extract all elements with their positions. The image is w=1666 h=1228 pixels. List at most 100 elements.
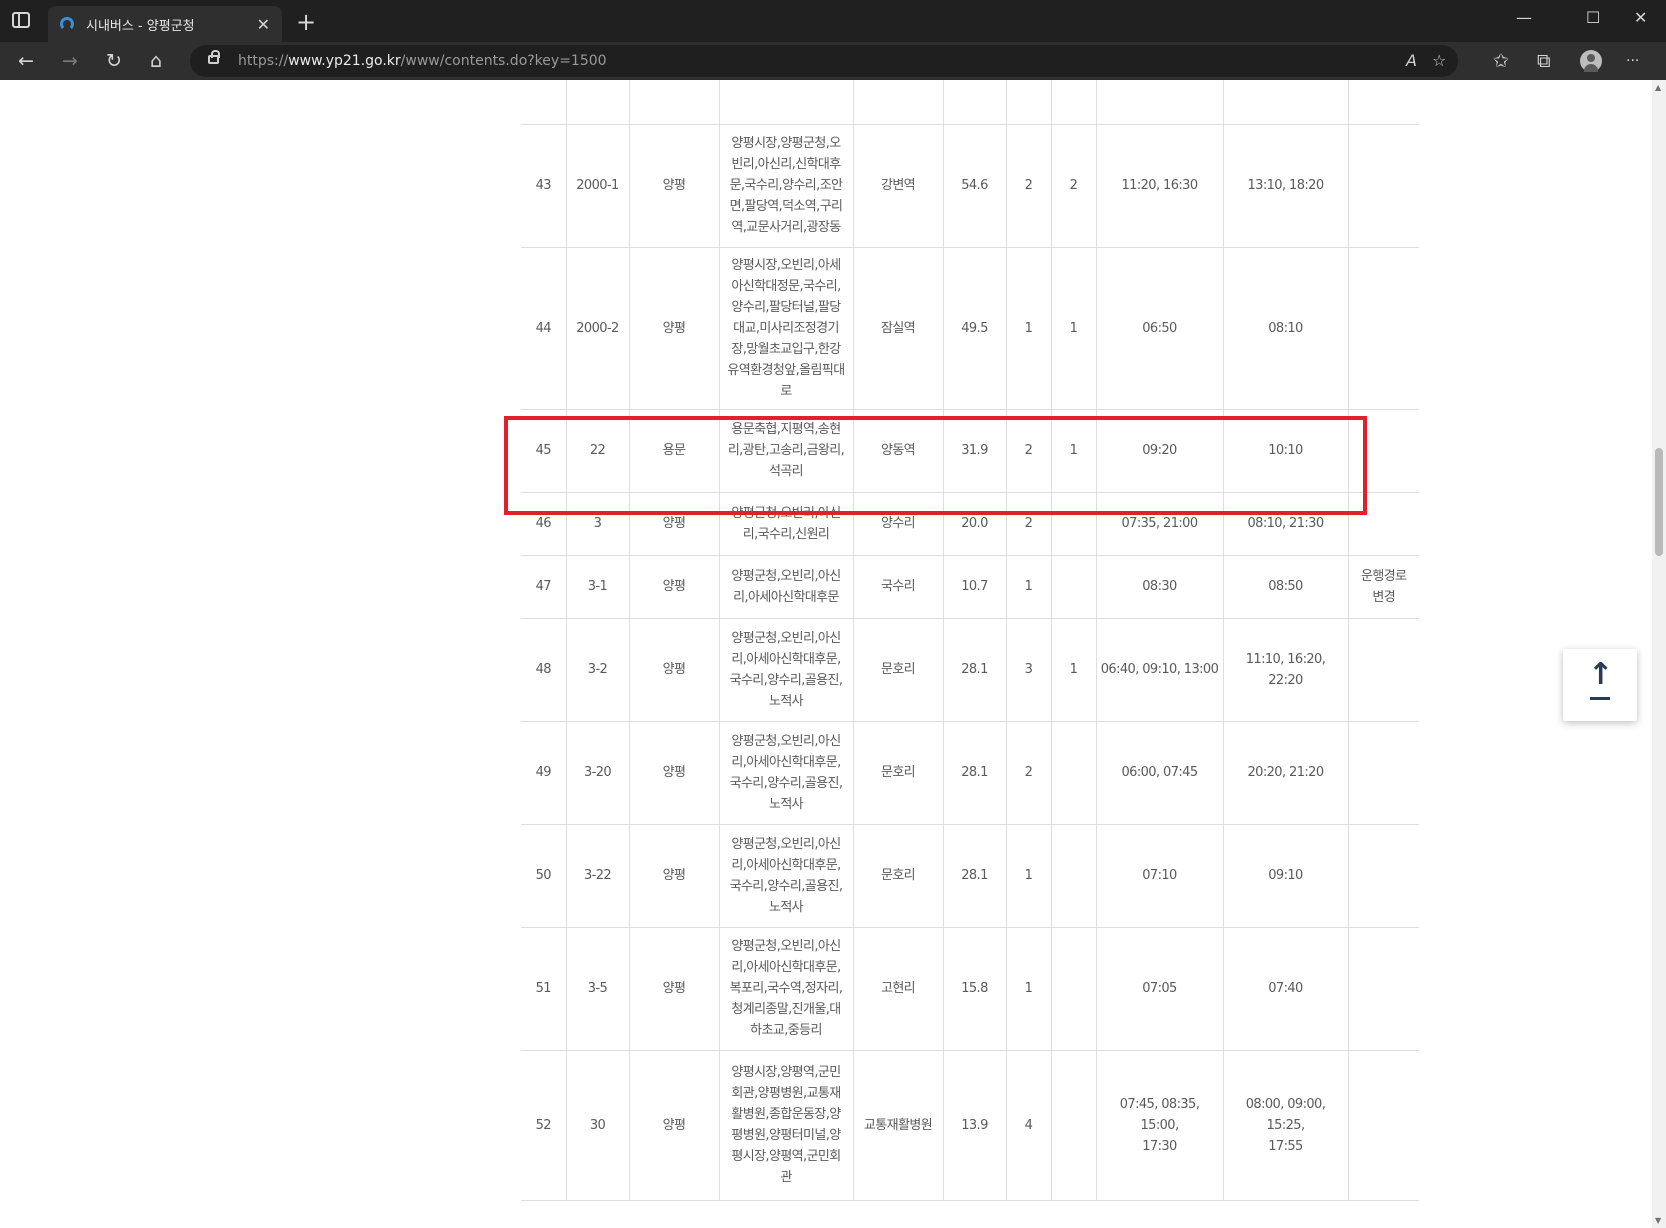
cell-stops: 양평군청,오빈리,아신 리,국수리,신원리: [719, 492, 854, 556]
cell-buses: 2: [1006, 80, 1052, 125]
table-row: 47 3-1 양평 양평군청,오빈리,아신 리,아세아신학대후문 국수리 10.7 1 08:…: [521, 555, 1419, 619]
cell-km: 37.6: [943, 80, 1007, 125]
tab-close-icon[interactable]: ✕: [257, 15, 270, 34]
cell-buses: 2: [1006, 124, 1052, 248]
cell-no: 47: [521, 555, 567, 619]
cell-stops: 양평군청,오빈리,아신 리,아세아신학대후문, 국수리,양수리,골용진, 노적사: [719, 618, 854, 722]
cell-buses: 2: [1006, 721, 1052, 825]
cell-buses: 1: [1006, 824, 1052, 928]
close-window-button[interactable]: ✕: [1634, 8, 1647, 27]
cell-round: [1051, 927, 1097, 1051]
table-row: 46 3 양평 양평군청,오빈리,아신 리,국수리,신원리 양수리 20.0 2 07:35,…: [521, 492, 1419, 556]
cell-km: 15.8: [943, 927, 1007, 1051]
browser-tab-active[interactable]: 시내버스 - 양평군청 ✕: [48, 6, 282, 42]
cell-no: 46: [521, 492, 567, 556]
lock-icon[interactable]: [208, 50, 220, 64]
cell-no: 44: [521, 247, 567, 410]
cell-first: 07:45, 08:35, 15:00, 17:30: [1096, 1050, 1224, 1201]
cell-first: 06:40, 09:10, 13:00: [1096, 618, 1224, 722]
cell-last: 07:40, 08:45, 19:50: [1223, 80, 1349, 125]
cell-last: 08:10: [1223, 247, 1349, 410]
cell-dest: 문호리: [853, 618, 944, 722]
cell-last: 11:10, 16:20, 22:20: [1223, 618, 1349, 722]
back-icon[interactable]: ←: [18, 50, 34, 72]
cell-origin: 양평: [629, 555, 720, 619]
maximize-button[interactable]: ☐: [1586, 8, 1600, 27]
favorites-icon[interactable]: ✩: [1493, 50, 1509, 72]
scroll-down-arrow-icon[interactable]: ▼: [1655, 1216, 1661, 1225]
cell-stops: 양평시장,오빈리,아세 아신학대정문,국수리, 양수리,팔당터널,팔당 대교,미…: [719, 247, 854, 410]
cell-note: [1348, 824, 1419, 928]
cell-note: [1348, 409, 1419, 493]
cell-last: 20:20, 21:20: [1223, 721, 1349, 825]
cell-dest: 고현리: [853, 927, 944, 1051]
cell-round: 2: [1051, 124, 1097, 248]
cell-buses: 4: [1006, 1050, 1052, 1201]
cell-note: [1348, 80, 1419, 125]
address-bar[interactable]: https://www.yp21.go.kr/www/contents.do?k…: [190, 45, 1458, 77]
profile-avatar[interactable]: [1580, 50, 1602, 72]
scrollbar-thumb[interactable]: [1655, 448, 1663, 556]
cell-origin: 양평: [629, 492, 720, 556]
cell-no: 49: [521, 721, 567, 825]
cell-dest: 양동역: [853, 409, 944, 493]
cell-note: [1348, 247, 1419, 410]
cell-route: 3-20: [566, 721, 630, 825]
cell-origin: 양평: [629, 1050, 720, 1201]
cell-dest: 양수리: [853, 492, 944, 556]
table-row: 422-9용정리청탄,신월,덕수리,우신 리용정리37.6206:50, 07:…: [521, 80, 1419, 125]
cell-km: 10.7: [943, 555, 1007, 619]
cell-km: 28.1: [943, 824, 1007, 928]
cell-origin: 양평: [629, 247, 720, 410]
cell-route: 3-5: [566, 927, 630, 1051]
url-text[interactable]: https://www.yp21.go.kr/www/contents.do?k…: [238, 53, 607, 69]
cell-first: 06:00, 07:45: [1096, 721, 1224, 825]
scroll-to-top-button[interactable]: ↑: [1563, 649, 1637, 721]
table-row: 48 3-2 양평 양평군청,오빈리,아신 리,아세아신학대후문, 국수리,양수리,골…: [521, 618, 1419, 722]
cell-round: [1051, 492, 1097, 556]
cell-stops: 용문축협,지평역,송현 리,광탄,고송리,금왕리, 석곡리: [719, 409, 854, 493]
cell-first: 07:10: [1096, 824, 1224, 928]
cell-buses: 3: [1006, 618, 1052, 722]
new-tab-button[interactable]: +: [296, 8, 316, 36]
vertical-scrollbar[interactable]: ▲ ▼: [1652, 80, 1666, 1228]
cell-note: [1348, 492, 1419, 556]
tab-actions-icon[interactable]: [12, 12, 30, 28]
url-path: /www/contents.do?key=1500: [400, 53, 607, 69]
cell-first: 11:20, 16:30: [1096, 124, 1224, 248]
cell-buses: 2: [1006, 492, 1052, 556]
table-row: 51 3-5 양평 양평군청,오빈리,아신 리,아세아신학대후문, 복포리,국수역,정…: [521, 927, 1419, 1051]
bus-route-table: 422-9용정리청탄,신월,덕수리,우신 리용정리37.6206:50, 07:…: [521, 80, 1419, 1201]
cell-no: 45: [521, 409, 567, 493]
cell-first: 07:35, 21:00: [1096, 492, 1224, 556]
cell-km: 49.5: [943, 247, 1007, 410]
cell-first: 06:50: [1096, 247, 1224, 410]
minimize-button[interactable]: —: [1516, 8, 1532, 27]
cell-last: 08:00, 09:00, 15:25, 17:55: [1223, 1050, 1349, 1201]
table-row: 50 3-22 양평 양평군청,오빈리,아신 리,아세아신학대후문, 국수리,양수리,…: [521, 824, 1419, 928]
cell-buses: 1: [1006, 555, 1052, 619]
cell-note: [1348, 1050, 1419, 1201]
cell-last: 07:40: [1223, 927, 1349, 1051]
cell-dest: 문호리: [853, 824, 944, 928]
cell-dest: 문호리: [853, 721, 944, 825]
cell-no: 48: [521, 618, 567, 722]
tab-title: 시내버스 - 양평군청: [86, 18, 195, 34]
forward-icon[interactable]: →: [62, 50, 78, 72]
read-aloud-icon[interactable]: A: [1406, 51, 1417, 70]
home-icon[interactable]: ⌂: [150, 50, 162, 72]
cell-route: 2000-2: [566, 247, 630, 410]
cell-stops: 양평군청,오빈리,아신 리,아세아신학대후문, 복포리,국수역,정자리, 청계리…: [719, 927, 854, 1051]
table-row: 45 22 용문 용문축협,지평역,송현 리,광탄,고송리,금왕리, 석곡리 양동역 31…: [521, 409, 1419, 493]
cell-first: 08:30: [1096, 555, 1224, 619]
browser-toolbar: ← → ↻ ⌂ https://www.yp21.go.kr/www/conte…: [0, 42, 1666, 80]
cell-buses: 1: [1006, 247, 1052, 410]
cell-km: 13.9: [943, 1050, 1007, 1201]
cell-stops: 양평군청,오빈리,아신 리,아세아신학대후문, 국수리,양수리,골용진, 노적사: [719, 721, 854, 825]
cell-round: 1: [1051, 409, 1097, 493]
scroll-up-arrow-icon[interactable]: ▲: [1655, 83, 1661, 92]
collections-icon[interactable]: ⧉: [1537, 50, 1551, 72]
add-favorite-icon[interactable]: ☆: [1432, 51, 1446, 70]
more-menu-icon[interactable]: ···: [1626, 53, 1639, 69]
refresh-icon[interactable]: ↻: [106, 50, 122, 72]
